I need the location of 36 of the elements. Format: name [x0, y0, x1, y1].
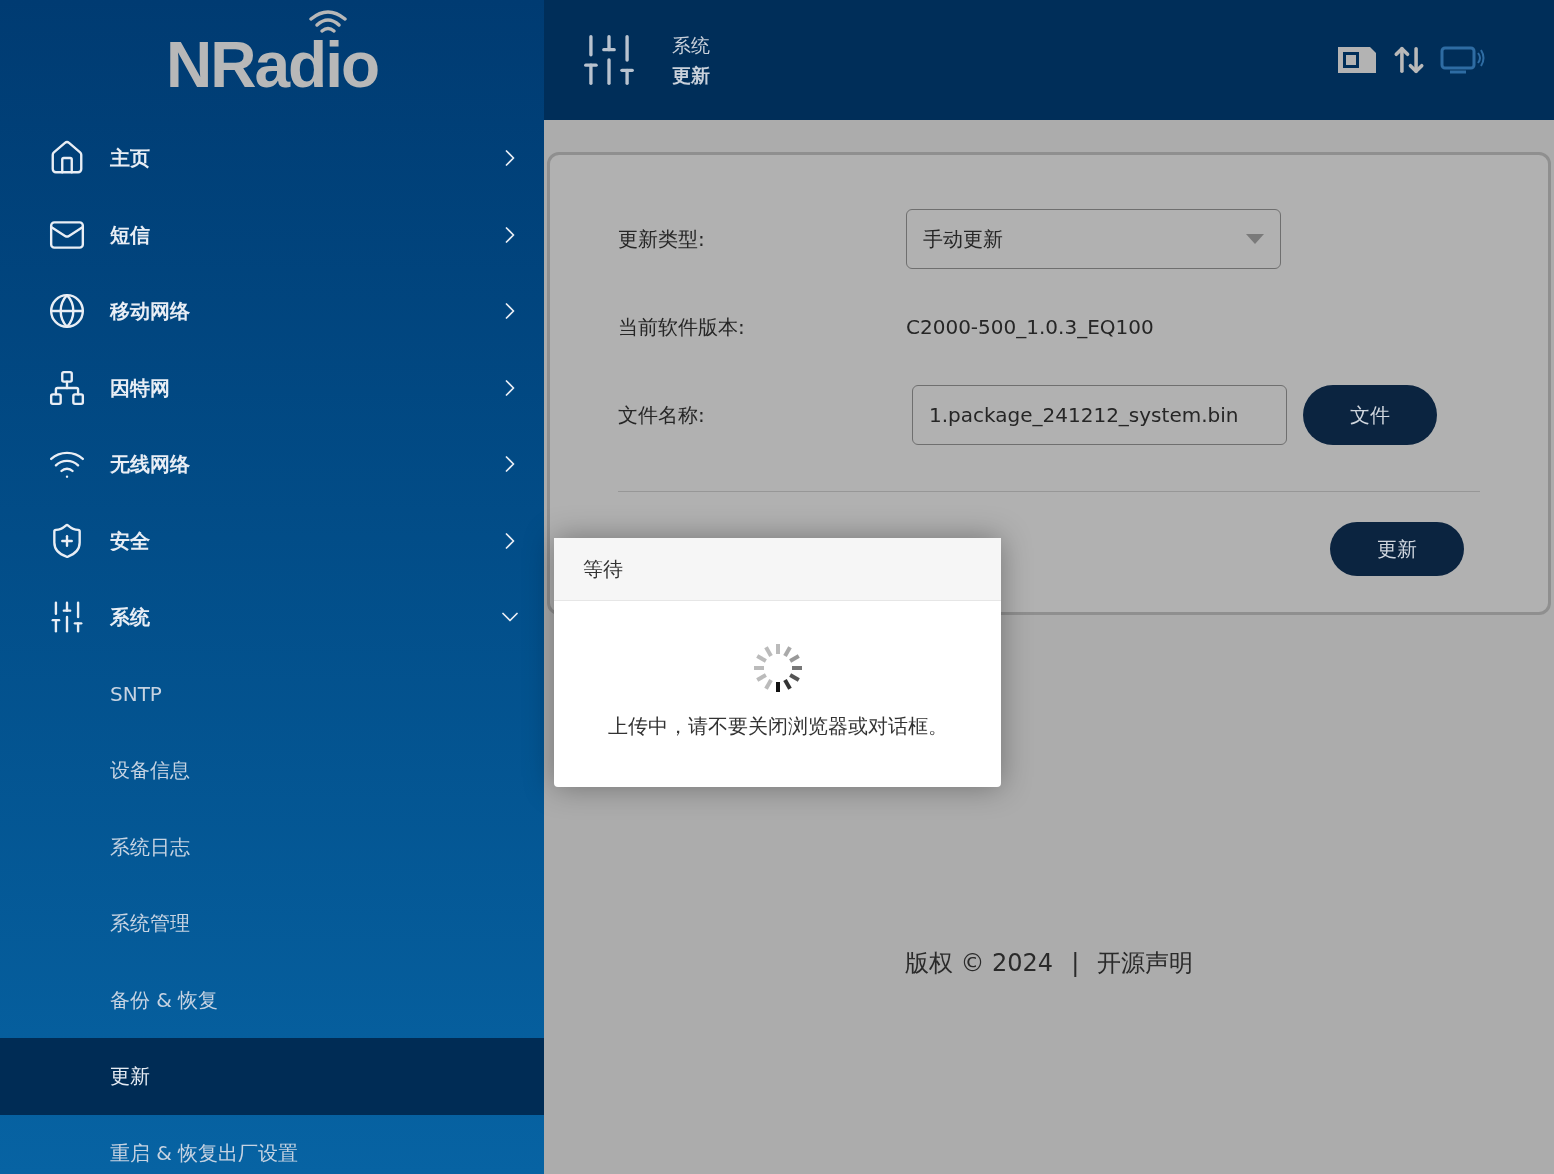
- field-value: C2000-500_1.0.3_EQ100: [906, 314, 1154, 341]
- field-label: 当前软件版本:: [618, 314, 746, 341]
- sidebar-item[interactable]: 系统: [0, 579, 544, 656]
- page-title: 更新: [672, 63, 710, 88]
- sidebar-item[interactable]: 安全: [0, 502, 544, 579]
- field-label: 更新类型:: [618, 226, 706, 253]
- sidebar-item[interactable]: 移动网络: [0, 273, 544, 350]
- sidebar-subitem[interactable]: 设备信息: [0, 732, 544, 809]
- loading-spinner-icon: [752, 643, 803, 693]
- sidebar-subitem[interactable]: 系统管理: [0, 885, 544, 962]
- sidebar-item[interactable]: 短信: [0, 196, 544, 273]
- footer-separator: |: [1071, 948, 1080, 979]
- field-label: 文件名称:: [618, 402, 706, 429]
- file-name-field[interactable]: 1.package_241212_system.bin: [912, 385, 1287, 445]
- sidebar-item[interactable]: 主页: [0, 120, 544, 197]
- sidebar-subitem[interactable]: SNTP: [0, 655, 544, 732]
- sidebar-item[interactable]: 因特网: [0, 349, 544, 426]
- globe-icon: [48, 292, 86, 331]
- sidebar-item[interactable]: 无线网络: [0, 426, 544, 503]
- copyright-text: 版权 © 2024: [904, 948, 1054, 979]
- screen-signal-icon: [1440, 45, 1486, 75]
- dropdown-caret-icon: [1246, 234, 1264, 244]
- open-source-link[interactable]: 开源声明: [1097, 945, 1194, 981]
- update-button[interactable]: 更新: [1330, 522, 1464, 576]
- logo: NRadio: [166, 23, 378, 97]
- sidebar-subitem[interactable]: 重启 & 恢复出厂设置: [0, 1114, 544, 1174]
- dialog-title: 等待: [583, 556, 623, 583]
- choose-file-button[interactable]: 文件: [1303, 385, 1437, 445]
- sim-card-icon: [1336, 45, 1378, 75]
- breadcrumb-section: 系统: [672, 30, 710, 60]
- update-type-dropdown[interactable]: 手动更新: [906, 209, 1281, 269]
- dialog-message: 上传中，请不要关闭浏览器或对话框。: [607, 713, 948, 740]
- sidebar-subitem[interactable]: 备份 & 恢复: [0, 961, 544, 1038]
- sidebar-subitem[interactable]: 系统日志: [0, 808, 544, 885]
- sidebar-subitem[interactable]: 更新: [0, 1038, 544, 1115]
- network-icon: [48, 368, 86, 407]
